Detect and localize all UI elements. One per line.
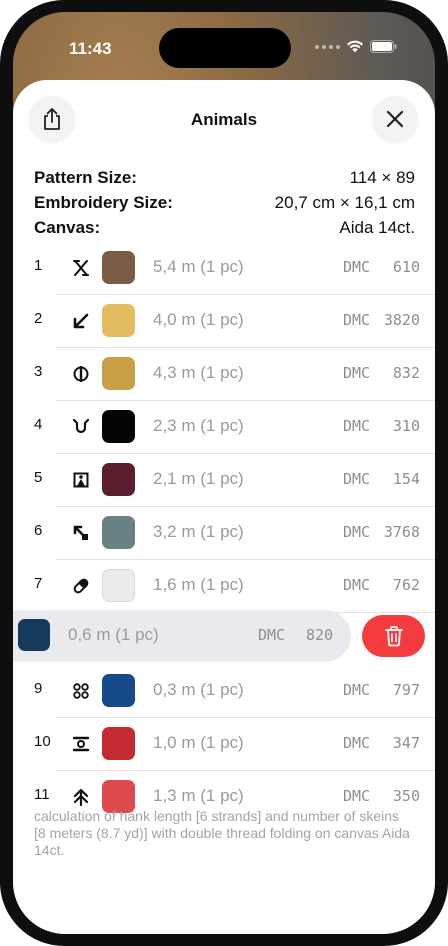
color-swatch bbox=[102, 410, 135, 443]
color-swatch bbox=[102, 569, 135, 602]
thread-brand: DMC bbox=[343, 787, 371, 805]
delete-button[interactable] bbox=[362, 615, 425, 657]
thread-brand: DMC bbox=[343, 311, 371, 329]
color-swatch bbox=[102, 727, 135, 760]
thread-number: 5 bbox=[34, 469, 43, 486]
thread-brand: DMC bbox=[258, 626, 286, 644]
thread-length: 2,3 m (1 pc) bbox=[153, 416, 244, 435]
thread-length: 4,0 m (1 pc) bbox=[153, 310, 244, 329]
four-circles-symbol-icon bbox=[69, 679, 93, 703]
thread-code: 154 bbox=[392, 470, 420, 488]
thread-length: 0,3 m (1 pc) bbox=[153, 680, 244, 699]
thread-row[interactable]: 4 2,3 m (1 pc) DMC 310 bbox=[13, 401, 435, 453]
thread-code: 832 bbox=[392, 364, 420, 382]
thread-brand: DMC bbox=[343, 417, 371, 435]
thread-brand: DMC bbox=[343, 576, 371, 594]
pattern-size-row: Pattern Size: 114 × 89 bbox=[34, 168, 415, 188]
cross-x-symbol-icon bbox=[69, 256, 93, 280]
thread-row[interactable]: 6 3,2 m (1 pc) DMC 3768 bbox=[13, 507, 435, 559]
color-swatch bbox=[102, 304, 135, 337]
color-swatch bbox=[102, 357, 135, 390]
canvas-row: Canvas: Aida 14ct. bbox=[34, 218, 415, 238]
capsule-symbol-icon bbox=[69, 574, 93, 598]
screen: 11:43 Animals Pattern Size: 114 × 89 Emb… bbox=[13, 12, 435, 934]
embroidery-size-label: Embroidery Size: bbox=[34, 193, 173, 212]
canvas-label: Canvas: bbox=[34, 218, 101, 237]
thread-number: 1 bbox=[34, 257, 43, 274]
swiped-thread-content[interactable]: 0,6 m (1 pc) DMC 820 bbox=[13, 610, 351, 662]
thread-row[interactable]: 7 1,6 m (1 pc) DMC 762 bbox=[13, 560, 435, 612]
canvas-value: Aida 14ct. bbox=[339, 218, 415, 237]
thread-length: 0,6 m (1 pc) bbox=[68, 625, 159, 644]
thread-code: 3768 bbox=[383, 523, 420, 541]
status-time: 11:43 bbox=[69, 39, 112, 58]
thread-list-sheet: Animals Pattern Size: 114 × 89 Embroider… bbox=[13, 80, 435, 934]
thread-number: 3 bbox=[34, 363, 43, 380]
thread-row[interactable]: 3 4,3 m (1 pc) DMC 832 bbox=[13, 348, 435, 400]
color-swatch bbox=[102, 463, 135, 496]
thread-number: 7 bbox=[34, 575, 43, 592]
wifi-icon bbox=[347, 40, 363, 53]
thread-number: 2 bbox=[34, 310, 43, 327]
pattern-size-label: Pattern Size: bbox=[34, 168, 137, 187]
thread-row-swiped[interactable]: 0,6 m (1 pc) DMC 820 bbox=[13, 610, 435, 662]
thread-length: 5,4 m (1 pc) bbox=[153, 257, 244, 276]
thread-brand: DMC bbox=[343, 523, 371, 541]
device-frame: 11:43 Animals Pattern Size: 114 × 89 Emb… bbox=[0, 0, 448, 946]
thread-code: 762 bbox=[392, 576, 420, 594]
thread-number: 4 bbox=[34, 416, 43, 433]
thread-length: 1,3 m (1 pc) bbox=[153, 786, 244, 805]
arrow-up-left-square-symbol-icon bbox=[69, 521, 93, 545]
color-swatch bbox=[102, 516, 135, 549]
circle-bar-symbol-icon bbox=[69, 362, 93, 386]
status-icons bbox=[315, 40, 397, 53]
thread-length: 2,1 m (1 pc) bbox=[153, 469, 244, 488]
trash-icon bbox=[384, 626, 403, 647]
thread-row[interactable]: 9 0,3 m (1 pc) DMC 797 bbox=[13, 665, 435, 717]
pattern-size-value: 114 × 89 bbox=[349, 168, 415, 187]
thread-number: 10 bbox=[34, 733, 51, 750]
thread-code: 3820 bbox=[383, 311, 420, 329]
dynamic-island bbox=[159, 28, 291, 68]
thread-code: 310 bbox=[392, 417, 420, 435]
thread-length: 3,2 m (1 pc) bbox=[153, 522, 244, 541]
thread-length: 4,3 m (1 pc) bbox=[153, 363, 244, 382]
thread-row[interactable]: 10 1,0 m (1 pc) DMC 347 bbox=[13, 718, 435, 770]
embroidery-size-value: 20,7 cm × 16,1 cm bbox=[274, 193, 415, 212]
thread-code: 347 bbox=[392, 734, 420, 752]
thread-brand: DMC bbox=[343, 364, 371, 382]
thread-length: 1,0 m (1 pc) bbox=[153, 733, 244, 752]
cup-v-symbol-icon bbox=[69, 415, 93, 439]
color-swatch bbox=[102, 674, 135, 707]
thread-brand: DMC bbox=[343, 734, 371, 752]
color-swatch bbox=[18, 619, 50, 651]
circle-in-bars-symbol-icon bbox=[69, 732, 93, 756]
close-button[interactable] bbox=[372, 96, 418, 142]
thread-number: 6 bbox=[34, 522, 43, 539]
thread-length: 1,6 m (1 pc) bbox=[153, 575, 244, 594]
thread-number: 9 bbox=[34, 680, 43, 697]
thread-row[interactable]: 2 4,0 m (1 pc) DMC 3820 bbox=[13, 295, 435, 347]
picture-frame-symbol-icon bbox=[69, 468, 93, 492]
thread-code: 797 bbox=[392, 681, 420, 699]
cellular-signal-icon bbox=[315, 44, 340, 49]
thread-code: 610 bbox=[392, 258, 420, 276]
thread-code: 820 bbox=[306, 626, 334, 644]
calculation-footnote: calculation of hank length [6 strands] a… bbox=[34, 808, 410, 858]
thread-number: 11 bbox=[34, 786, 50, 803]
thread-row[interactable]: 1 5,4 m (1 pc) DMC 610 bbox=[13, 242, 435, 294]
embroidery-size-row: Embroidery Size: 20,7 cm × 16,1 cm bbox=[34, 193, 415, 213]
thread-brand: DMC bbox=[343, 470, 371, 488]
thread-row[interactable]: 5 2,1 m (1 pc) DMC 154 bbox=[13, 454, 435, 506]
thread-brand: DMC bbox=[343, 258, 371, 276]
double-chevron-up-symbol-icon bbox=[69, 785, 93, 809]
battery-icon bbox=[370, 40, 397, 53]
color-swatch bbox=[102, 251, 135, 284]
arrow-down-left-symbol-icon bbox=[69, 309, 93, 333]
thread-code: 350 bbox=[392, 787, 420, 805]
thread-brand: DMC bbox=[343, 681, 371, 699]
close-icon bbox=[386, 110, 404, 128]
